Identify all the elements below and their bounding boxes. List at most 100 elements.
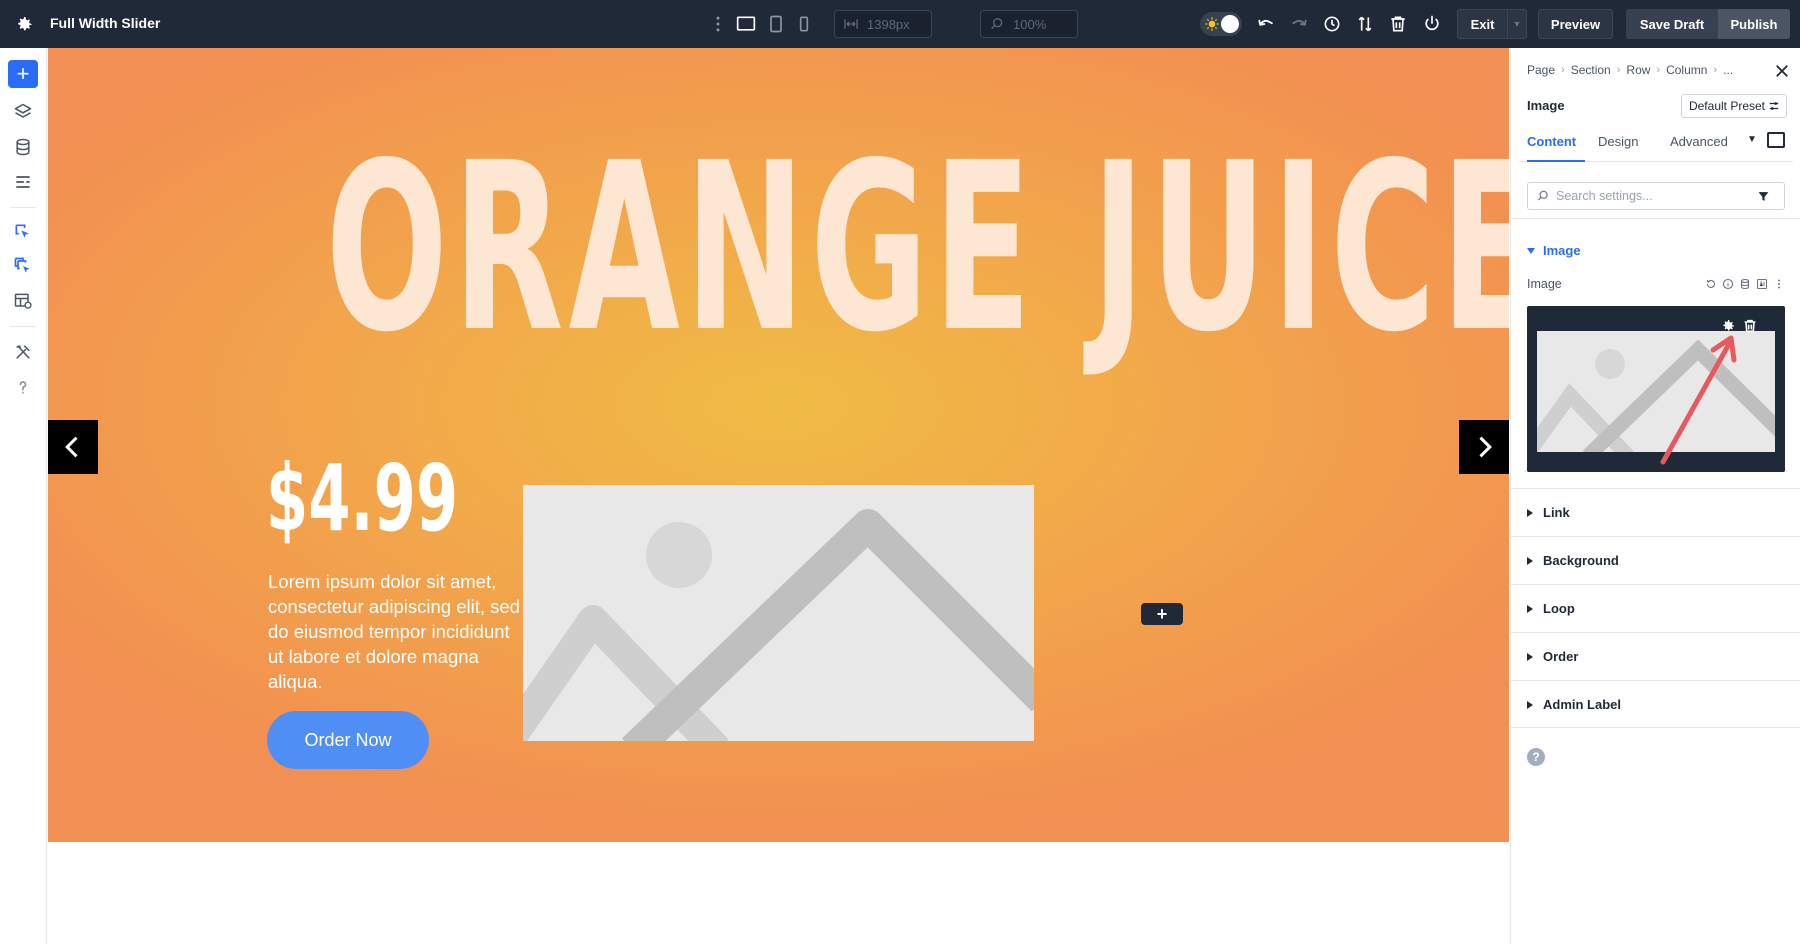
chevron-down-icon[interactable]: ▼ — [1747, 134, 1757, 145]
slider-hero[interactable]: ORANGE JUICE $4.99 Lorem ipsum dolor sit… — [48, 48, 1509, 842]
left-toolbar: + — [0, 48, 47, 944]
desktop-icon[interactable] — [734, 12, 758, 36]
filter-icon[interactable] — [1757, 190, 1770, 203]
view-mode-icon[interactable] — [1767, 132, 1785, 148]
group-background[interactable]: Background — [1511, 536, 1800, 584]
group-admin-label[interactable]: Admin Label — [1511, 680, 1800, 728]
width-icon — [844, 19, 858, 29]
theme-toggle[interactable] — [1200, 12, 1242, 36]
zoom-field[interactable]: 100% — [980, 10, 1078, 38]
trash-icon[interactable] — [1386, 12, 1410, 36]
exit-button[interactable]: Exit — [1457, 9, 1507, 39]
module-title: Image — [1527, 98, 1565, 113]
chevron-right-icon: › — [1713, 64, 1718, 76]
chevron-right-icon: › — [1656, 64, 1661, 76]
zoom-icon — [991, 17, 1003, 30]
info-icon[interactable] — [1722, 278, 1734, 290]
add-button[interactable]: + — [8, 60, 38, 88]
group-background-label: Background — [1543, 553, 1619, 568]
description-text[interactable]: Lorem ipsum dolor sit amet, consectetur … — [268, 569, 522, 694]
group-loop[interactable]: Loop — [1511, 584, 1800, 632]
preview-button[interactable]: Preview — [1538, 9, 1613, 39]
preset-icon — [1769, 102, 1779, 110]
empty-section — [48, 842, 1509, 944]
sort-icon[interactable] — [1353, 12, 1377, 36]
caret-right-icon — [1527, 700, 1533, 709]
group-order-label: Order — [1543, 649, 1579, 664]
breadcrumb-more[interactable]: ... — [1723, 63, 1733, 77]
top-bar: Full Width Slider 1398px 100% Exit ▾ Pre… — [0, 0, 1800, 48]
preset-dropdown[interactable]: Default Preset — [1681, 94, 1787, 118]
tab-advanced[interactable]: Advanced — [1670, 132, 1728, 162]
image-placeholder-icon — [523, 485, 1034, 741]
close-icon[interactable] — [1773, 62, 1791, 80]
group-link[interactable]: Link — [1511, 488, 1800, 536]
separator — [10, 326, 36, 327]
chevron-left-icon — [65, 436, 78, 458]
price-text[interactable]: $4.99 — [266, 453, 458, 545]
caret-right-icon — [1527, 556, 1533, 565]
zoom-value: 100% — [1013, 16, 1047, 32]
tools-icon[interactable] — [11, 340, 35, 364]
search-placeholder: Search settings... — [1556, 189, 1653, 203]
tab-design[interactable]: Design — [1598, 132, 1638, 162]
breadcrumb-page[interactable]: Page — [1527, 63, 1555, 77]
ai-icon[interactable] — [1756, 278, 1768, 290]
multi-pointer-icon[interactable] — [11, 254, 35, 278]
caret-right-icon — [1527, 508, 1533, 517]
breadcrumb-column[interactable]: Column — [1666, 63, 1707, 77]
width-field[interactable]: 1398px — [834, 10, 932, 38]
chevron-right-icon: › — [1561, 64, 1565, 76]
dynamic-content-icon[interactable] — [1739, 278, 1751, 290]
power-icon[interactable] — [1420, 12, 1444, 36]
preset-label: Default Preset — [1688, 99, 1766, 113]
tab-content[interactable]: Content — [1527, 132, 1585, 162]
more-vertical-icon[interactable] — [706, 12, 730, 36]
image-upload-box[interactable] — [1527, 306, 1785, 472]
chevron-right-icon — [1479, 436, 1492, 458]
layers-icon[interactable] — [11, 100, 35, 124]
publish-button[interactable]: Publish — [1718, 9, 1790, 39]
reset-icon[interactable] — [1705, 278, 1717, 290]
image-placeholder[interactable] — [523, 485, 1034, 741]
image-group-title: Image — [1543, 243, 1581, 258]
image-controls — [1720, 318, 1758, 334]
undo-icon[interactable] — [1254, 12, 1278, 36]
group-order[interactable]: Order — [1511, 632, 1800, 680]
image-placeholder-icon — [1537, 331, 1775, 452]
image-field-label: Image — [1527, 277, 1562, 291]
phone-icon[interactable] — [792, 12, 816, 36]
order-now-button[interactable]: Order Now — [267, 711, 429, 769]
breadcrumb: Page › Section › Row › Column › ... — [1527, 63, 1733, 77]
gear-icon[interactable] — [14, 14, 34, 34]
group-link-label: Link — [1543, 505, 1570, 520]
trash-icon[interactable] — [1742, 318, 1758, 334]
search-icon — [1537, 190, 1548, 201]
history-icon[interactable] — [1320, 12, 1344, 36]
breadcrumb-section[interactable]: Section — [1571, 63, 1611, 77]
search-settings-input[interactable]: Search settings... — [1527, 182, 1785, 210]
list-icon[interactable] — [11, 170, 35, 194]
page-title: Full Width Slider — [50, 15, 161, 31]
hero-title[interactable]: ORANGE JUICE — [326, 132, 1509, 364]
database-icon[interactable] — [11, 135, 35, 159]
gear-icon[interactable] — [1720, 318, 1736, 334]
layout-settings-icon[interactable] — [11, 289, 35, 313]
redo-icon[interactable] — [1287, 12, 1311, 36]
help-icon[interactable] — [11, 375, 35, 399]
separator — [10, 207, 36, 208]
chevron-down-icon: ▾ — [1514, 18, 1520, 30]
divider — [1511, 218, 1800, 219]
pointer-icon[interactable] — [11, 220, 35, 244]
image-group-toggle[interactable]: Image — [1527, 243, 1581, 258]
caret-right-icon — [1527, 652, 1533, 661]
breadcrumb-row[interactable]: Row — [1626, 63, 1650, 77]
slider-next-button[interactable] — [1459, 420, 1509, 474]
exit-dropdown[interactable]: ▾ — [1507, 9, 1527, 39]
save-draft-button[interactable]: Save Draft — [1626, 9, 1718, 39]
more-vertical-icon[interactable] — [1773, 278, 1785, 290]
tablet-icon[interactable] — [764, 12, 788, 36]
help-icon[interactable]: ? — [1527, 748, 1545, 766]
add-module-button[interactable]: + — [1141, 603, 1183, 625]
slider-prev-button[interactable] — [48, 420, 98, 474]
